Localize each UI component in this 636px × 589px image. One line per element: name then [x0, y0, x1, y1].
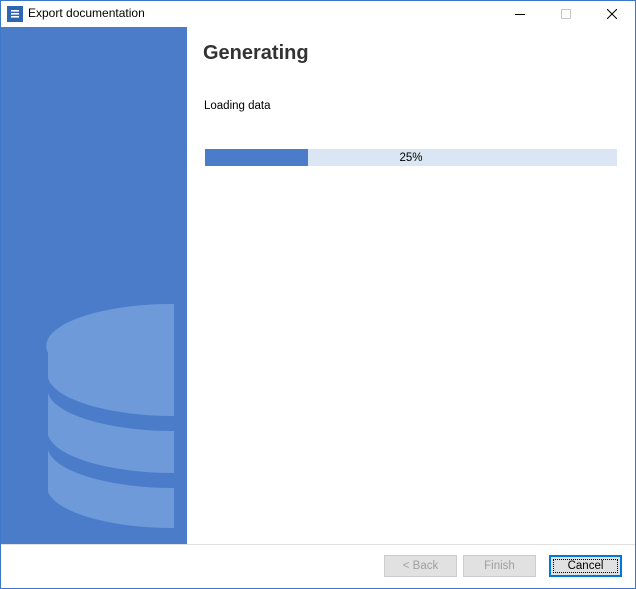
wizard-side-panel	[1, 27, 187, 544]
cancel-button-label: Cancel	[552, 559, 619, 573]
maximize-icon	[561, 9, 571, 19]
cancel-button[interactable]: Cancel	[549, 555, 622, 577]
close-button[interactable]	[589, 1, 635, 27]
app-icon	[7, 6, 23, 22]
finish-button[interactable]: Finish	[463, 555, 536, 577]
minimize-icon	[515, 14, 525, 15]
close-icon	[607, 9, 617, 19]
status-text: Loading data	[204, 100, 271, 112]
back-button[interactable]: < Back	[384, 555, 457, 577]
export-documentation-window: Export documentation Generating Loading …	[0, 0, 636, 589]
window-title: Export documentation	[28, 6, 145, 20]
progress-label: 25%	[399, 151, 423, 164]
page-title: Generating	[203, 42, 309, 64]
wizard-main-panel: Generating Loading data 25%	[187, 27, 635, 544]
maximize-button[interactable]	[543, 1, 589, 27]
title-bar[interactable]: Export documentation	[1, 1, 635, 27]
progress-bar: 25%	[205, 149, 617, 166]
database-icon	[46, 303, 174, 529]
minimize-button[interactable]	[497, 1, 543, 27]
wizard-footer: < Back Finish Cancel	[1, 544, 635, 588]
